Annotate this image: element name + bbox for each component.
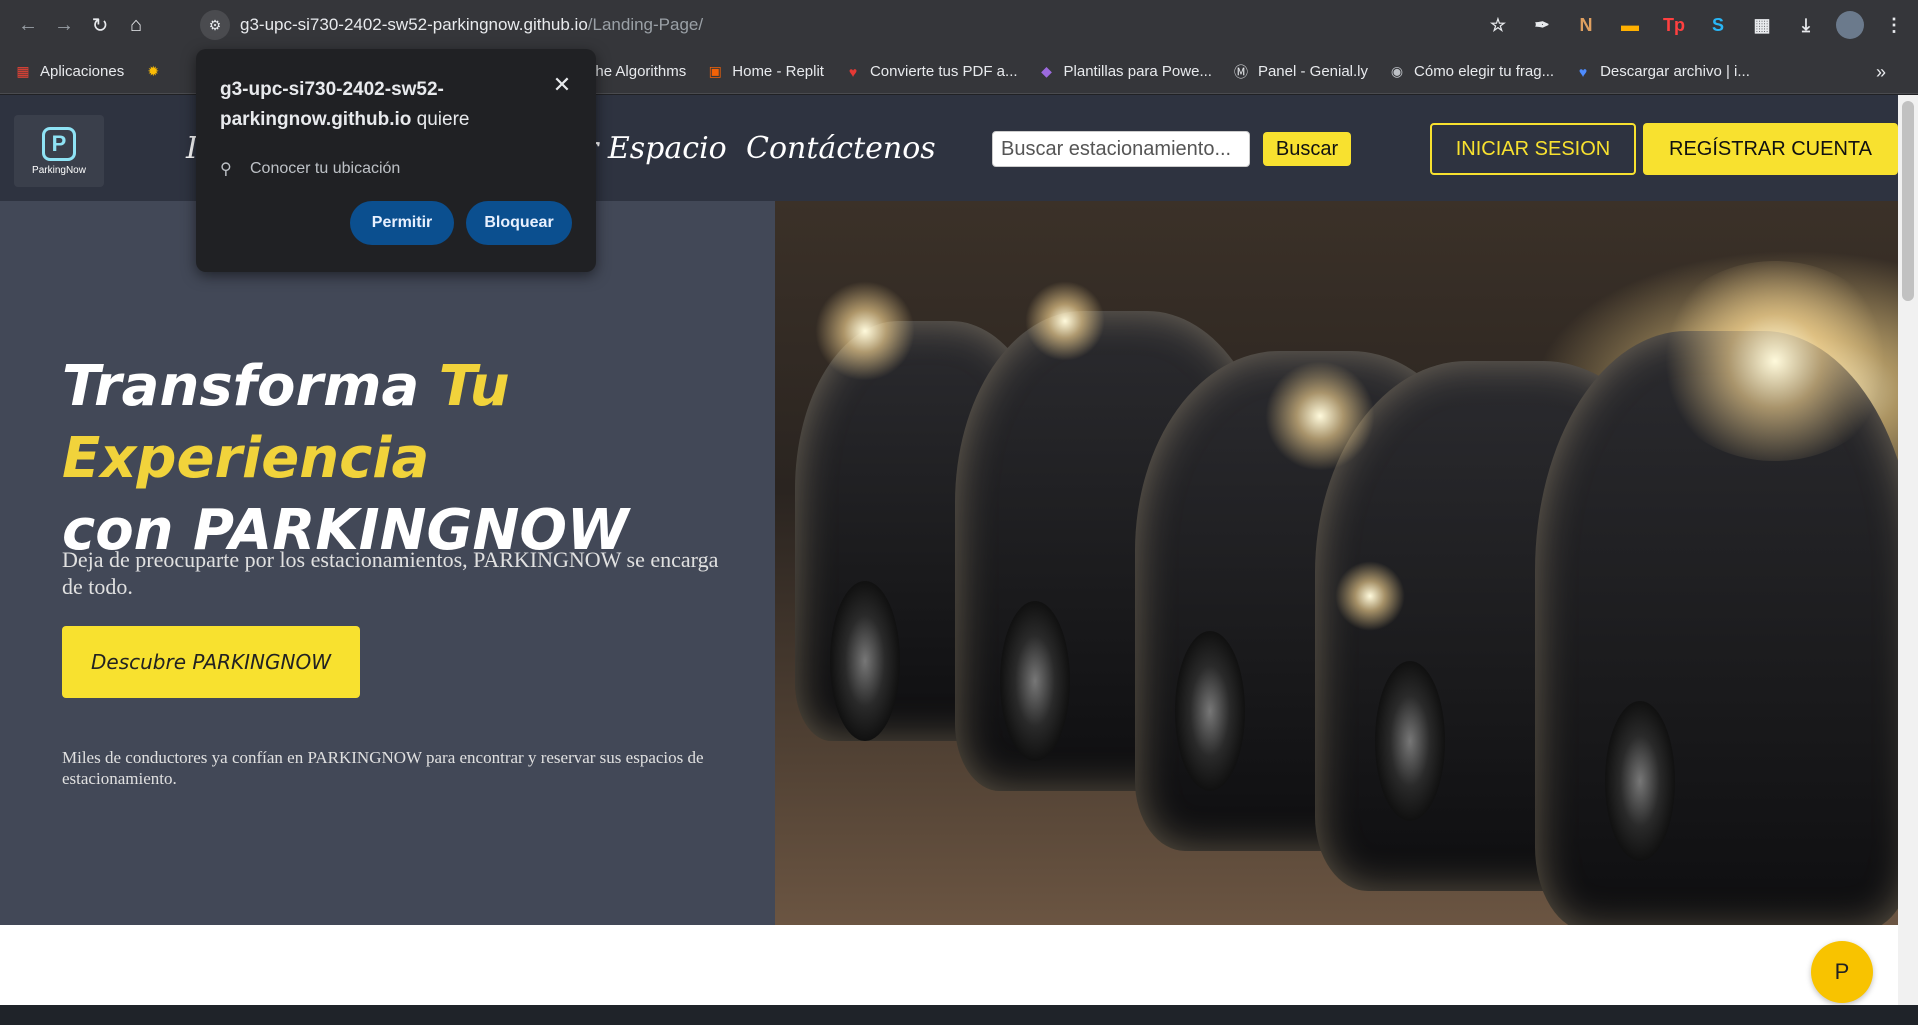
location-permission-popup: g3-upc-si730-2402-sw52-parkingnow.github… (196, 49, 596, 272)
puzzle-icon[interactable]: ▦ (1748, 11, 1776, 39)
hero-title: Transforma Tu Experiencia con PARKINGNOW (62, 354, 629, 563)
diamond-icon: ◆ (1041, 63, 1052, 79)
wheel-shape (1605, 701, 1675, 861)
profile-avatar-icon[interactable] (1836, 11, 1864, 39)
sun-flare (1335, 561, 1405, 631)
s-extension-icon[interactable]: S (1704, 11, 1732, 39)
replit-icon: ▣ (708, 63, 722, 79)
star-icon[interactable]: ☆ (1484, 11, 1512, 39)
tp-extension-icon[interactable]: Tp (1660, 11, 1688, 39)
wheel-shape (1375, 661, 1445, 821)
block-button[interactable]: Bloquear (466, 201, 572, 245)
home-icon[interactable]: ⌂ (118, 7, 154, 43)
wheel-shape (1000, 601, 1070, 761)
trust-text: Miles de conductores ya confían en PARKI… (62, 748, 704, 788)
chat-fab-button[interactable]: P (1811, 941, 1873, 1003)
forward-arrow-icon[interactable]: → (46, 7, 82, 43)
search-button[interactable]: Buscar (1263, 132, 1351, 166)
permission-host-text: g3-upc-si730-2402-sw52-parkingnow.github… (220, 79, 470, 130)
bookmark-pinwheel[interactable]: ✹ (144, 63, 170, 81)
page-lower-section (0, 925, 1898, 1005)
globe-icon: ◉ (1390, 63, 1404, 79)
bookmark-fragancia[interactable]: ◉ Cómo elegir tu frag... (1388, 63, 1554, 81)
permission-request: ⚲ Conocer tu ubicación (220, 160, 401, 178)
url-path: /Landing-Page/ (587, 15, 704, 34)
apps-grid-icon: ▦ (16, 63, 30, 79)
close-icon[interactable]: ✕ (550, 72, 574, 97)
sun-flare (1025, 281, 1105, 361)
sun-flare (1265, 361, 1375, 471)
hero-text-panel: Transforma Tu Experiencia con PARKINGNOW… (0, 201, 775, 925)
discover-button[interactable]: Descubre PARKINGNOW (62, 626, 360, 698)
logo-p-icon: P (42, 126, 76, 161)
download-icon[interactable]: ⤓ (1792, 11, 1820, 39)
os-taskbar (0, 1005, 1918, 1025)
scrollbar-thumb[interactable] (1902, 101, 1914, 301)
site-logo[interactable]: P ParkingNow (14, 115, 104, 187)
nav-link-contactenos[interactable]: Contáctenos (746, 131, 936, 166)
n-extension-icon[interactable]: N (1572, 11, 1600, 39)
bookmark-replit[interactable]: ▣ Home - Replit (706, 63, 824, 81)
heart-icon: ♥ (848, 63, 858, 80)
hero-subtitle: Deja de preocuparte por los estacionamie… (62, 547, 719, 599)
extensions-bar: ☆ ✒ N ▬ Tp S ▦ ⤓ ⋮ (1484, 8, 1908, 42)
wheel-shape (830, 581, 900, 741)
logo-text: ParkingNow (32, 164, 86, 176)
genially-icon: Ⓜ (1233, 63, 1248, 80)
allow-button[interactable]: Permitir (350, 201, 454, 245)
pinwheel-icon: ✹ (147, 63, 160, 79)
blue-heart-icon: ♥ (1578, 63, 1588, 80)
nav-link-espacio[interactable]: r Espacio (584, 131, 727, 166)
eyedropper-icon[interactable]: ✒ (1528, 11, 1556, 39)
reload-icon[interactable]: ↻ (82, 7, 118, 43)
bookmarks-overflow-icon[interactable]: » (1876, 62, 1886, 83)
address-bar[interactable]: ⚙ g3-upc-si730-2402-sw52-parkingnow.gith… (196, 7, 1456, 43)
location-pin-icon: ⚲ (220, 161, 232, 178)
bookmark-genially[interactable]: Ⓜ Panel - Genial.ly (1232, 63, 1368, 81)
wheel-shape (1175, 631, 1245, 791)
sun-flare (815, 281, 915, 381)
bookmark-descargar[interactable]: ♥ Descargar archivo | i... (1574, 63, 1750, 81)
url-host: g3-upc-si730-2402-sw52-parkingnow.github… (240, 15, 588, 34)
bookmark-pdf[interactable]: ♥ Convierte tus PDF a... (844, 63, 1018, 81)
page-scrollbar[interactable] (1898, 95, 1918, 1005)
sun-flare (1655, 261, 1895, 461)
hero-parked-cars-image (775, 201, 1898, 925)
back-arrow-icon[interactable]: ← (10, 7, 46, 43)
car-extension-icon[interactable]: ▬ (1616, 11, 1644, 39)
login-button[interactable]: INICIAR SESION (1430, 123, 1636, 175)
search-input[interactable]: Buscar estacionamiento... (992, 131, 1250, 167)
bookmark-aplicaciones[interactable]: ▦ Aplicaciones (14, 63, 124, 81)
bookmark-plantillas[interactable]: ◆ Plantillas para Powe... (1038, 63, 1212, 81)
register-button[interactable]: REGÍSTRAR CUENTA (1643, 123, 1898, 175)
menu-kebab-icon[interactable]: ⋮ (1880, 11, 1908, 39)
site-settings-icon[interactable]: ⚙ (200, 10, 230, 40)
